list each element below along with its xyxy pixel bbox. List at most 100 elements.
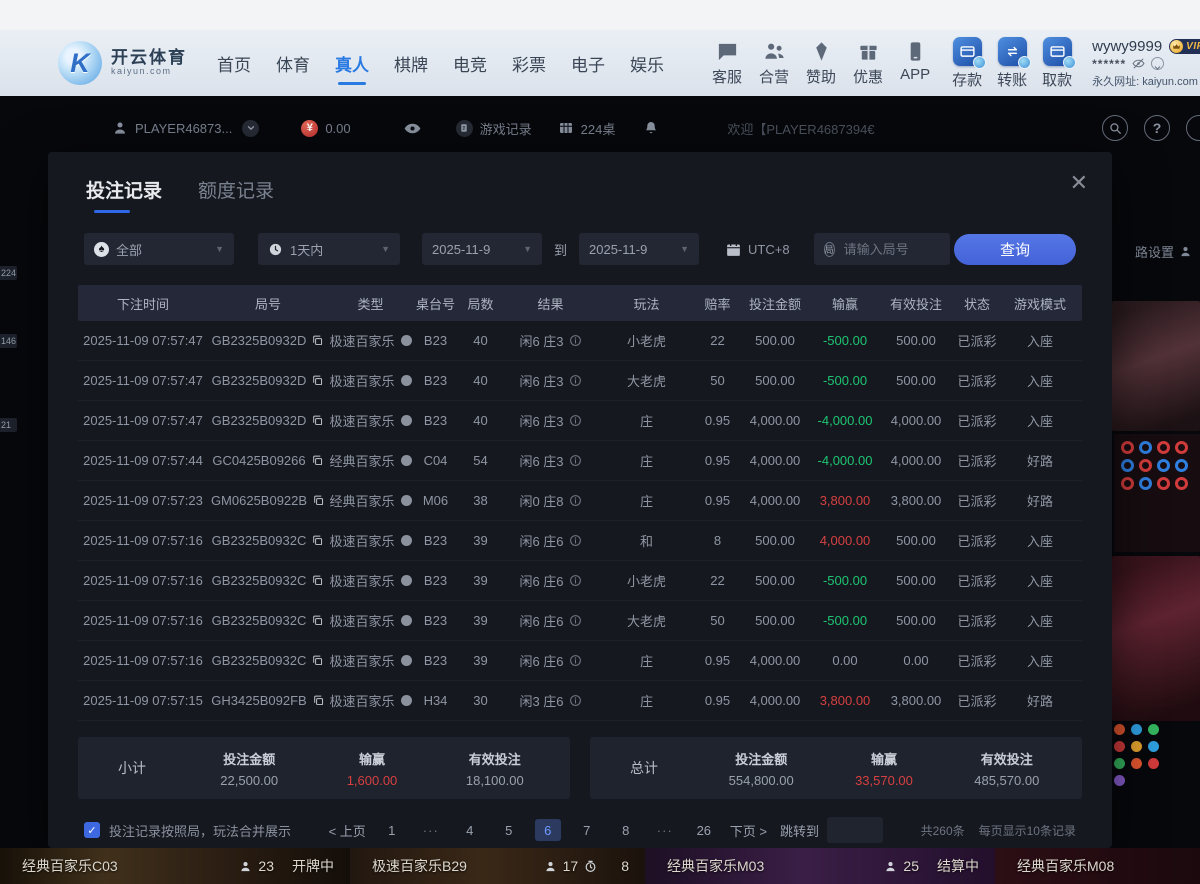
player-toolbar: PLAYER46873... ¥ 0.00 游戏记录 (0, 112, 1200, 144)
copy-icon[interactable] (311, 414, 324, 427)
tab-投注记录[interactable]: 投注记录 (86, 176, 162, 213)
page-26[interactable]: 26 (691, 819, 717, 841)
page-1[interactable]: 1 (379, 819, 405, 841)
copy-icon[interactable] (311, 654, 324, 667)
wallet-action-取款[interactable]: 取款 (1042, 37, 1072, 90)
prev-page-button[interactable]: < 上页 (329, 821, 366, 840)
search-icon[interactable] (1102, 115, 1128, 141)
info-icon[interactable] (569, 574, 582, 587)
player-menu[interactable]: PLAYER46873... (112, 120, 232, 136)
nav-item-体育[interactable]: 体育 (276, 45, 310, 82)
cell-play-type: 庄 (598, 451, 695, 470)
refresh-balance-icon[interactable] (1151, 57, 1164, 70)
info-icon[interactable] (569, 334, 582, 347)
nav-item-真人[interactable]: 真人 (335, 45, 369, 82)
query-button[interactable]: 查询 (954, 234, 1076, 265)
cell-bet-time: 2025-11-09 07:57:44 (78, 453, 208, 468)
brand-logo[interactable]: K 开云体育 kaiyun.com (58, 41, 187, 85)
chevron-down-icon[interactable] (242, 120, 259, 137)
quick-link-赞助[interactable]: 赞助 (806, 40, 836, 87)
help-icon[interactable]: ? (1144, 115, 1170, 141)
copy-icon[interactable] (311, 574, 324, 587)
copy-icon[interactable] (312, 494, 325, 507)
quick-link-合营[interactable]: 合营 (759, 40, 789, 87)
cell-game-type: 极速百家乐 (328, 571, 413, 590)
settings-icon[interactable] (1186, 115, 1200, 141)
page-5[interactable]: 5 (496, 819, 522, 841)
quick-link-APP[interactable]: APP (900, 40, 930, 87)
eye-icon[interactable] (403, 119, 422, 138)
cell-bet-amount: 500.00 (740, 613, 810, 628)
cell-play-type: 庄 (598, 651, 695, 670)
live-table-tile[interactable]: 经典百家乐M08 (995, 848, 1200, 884)
nav-item-电竞[interactable]: 电竞 (453, 45, 487, 82)
page-6[interactable]: 6 (535, 819, 561, 841)
balance-display: ¥ 0.00 (301, 120, 350, 137)
copy-icon[interactable] (311, 454, 324, 467)
round-search-field[interactable]: 局 (814, 233, 950, 265)
cell-play-type: 庄 (598, 411, 695, 430)
info-icon[interactable] (569, 694, 582, 707)
live-table-tile[interactable]: 极速百家乐B29178 (350, 848, 645, 884)
quick-link-客服[interactable]: 客服 (712, 40, 742, 87)
copy-icon[interactable] (311, 534, 324, 547)
nav-item-电子[interactable]: 电子 (571, 45, 605, 82)
wallet-action-label: 转账 (997, 69, 1027, 90)
copy-icon[interactable] (311, 614, 324, 627)
date-from-value: 2025-11-9 (432, 242, 490, 257)
wallet-action-转账[interactable]: 转账 (997, 37, 1027, 90)
table-row[interactable]: 2025-11-09 07:57:16GB2325B0932C极速百家乐B233… (78, 601, 1082, 641)
info-icon[interactable] (569, 614, 582, 627)
filter-bar: ♠ 全部 ▼ 1天内 ▼ 2025-11-9 ▼ 到 2025-1 (78, 233, 1082, 265)
info-icon[interactable] (569, 414, 582, 427)
date-from-select[interactable]: 2025-11-9 ▼ (422, 233, 542, 265)
next-page-button[interactable]: 下页 > (730, 821, 767, 840)
page-8[interactable]: 8 (613, 819, 639, 841)
tab-额度记录[interactable]: 额度记录 (198, 176, 274, 213)
cell-table-no: H34 (413, 693, 458, 708)
timezone-display[interactable]: UTC+8 (725, 241, 790, 258)
page-4[interactable]: 4 (457, 819, 483, 841)
username[interactable]: wywy9999 (1092, 38, 1162, 55)
table-row[interactable]: 2025-11-09 07:57:44GC0425B09266经典百家乐C045… (78, 441, 1082, 481)
table-row[interactable]: 2025-11-09 07:57:47GB2325B0932D极速百家乐B234… (78, 361, 1082, 401)
cell-round-id: GB2325B0932D (208, 413, 328, 428)
date-to-select[interactable]: 2025-11-9 ▼ (579, 233, 699, 265)
copy-icon[interactable] (312, 694, 325, 707)
table-row[interactable]: 2025-11-09 07:57:16GB2325B0932C极速百家乐B233… (78, 561, 1082, 601)
page-7[interactable]: 7 (574, 819, 600, 841)
tables-button[interactable]: 224桌 (558, 119, 616, 138)
period-select[interactable]: 1天内 ▼ (258, 233, 400, 265)
nav-item-首页[interactable]: 首页 (217, 45, 251, 82)
info-icon[interactable] (569, 534, 582, 547)
table-row[interactable]: 2025-11-09 07:57:16GB2325B0932C极速百家乐B233… (78, 641, 1082, 681)
wallet-action-存款[interactable]: 存款 (952, 37, 982, 90)
live-table-tile[interactable]: 经典百家乐C0323开牌中 (0, 848, 350, 884)
close-icon[interactable]: ✕ (1070, 172, 1088, 194)
info-icon[interactable] (569, 494, 582, 507)
game-category-select[interactable]: ♠ 全部 ▼ (84, 233, 234, 265)
copy-icon[interactable] (311, 334, 324, 347)
copy-icon[interactable] (311, 374, 324, 387)
live-table-tile[interactable]: 经典百家乐M0325结算中 (645, 848, 995, 884)
nav-item-彩票[interactable]: 彩票 (512, 45, 546, 82)
game-records-button[interactable]: 游戏记录 (456, 119, 532, 138)
bell-icon[interactable] (643, 120, 659, 136)
info-icon[interactable] (569, 654, 582, 667)
nav-item-棋牌[interactable]: 棋牌 (394, 45, 428, 82)
eye-off-icon[interactable] (1132, 57, 1145, 70)
info-icon[interactable] (569, 374, 582, 387)
left-edge-badge: 146 (0, 334, 17, 348)
jump-page-input[interactable] (827, 817, 883, 843)
table-row[interactable]: 2025-11-09 07:57:15GH3425B092FB极速百家乐H343… (78, 681, 1082, 721)
merge-checkbox[interactable]: ✓ (84, 822, 100, 838)
table-row[interactable]: 2025-11-09 07:57:16GB2325B0932C极速百家乐B233… (78, 521, 1082, 561)
table-row[interactable]: 2025-11-09 07:57:23GM0625B0922B经典百家乐M063… (78, 481, 1082, 521)
table-row[interactable]: 2025-11-09 07:57:47GB2325B0932D极速百家乐B234… (78, 321, 1082, 361)
table-row[interactable]: 2025-11-09 07:57:47GB2325B0932D极速百家乐B234… (78, 401, 1082, 441)
round-search-input[interactable] (842, 241, 941, 258)
info-icon[interactable] (569, 454, 582, 467)
nav-item-娱乐[interactable]: 娱乐 (630, 45, 664, 82)
left-edge-badge: 21 (0, 418, 17, 432)
quick-link-优惠[interactable]: 优惠 (853, 40, 883, 87)
